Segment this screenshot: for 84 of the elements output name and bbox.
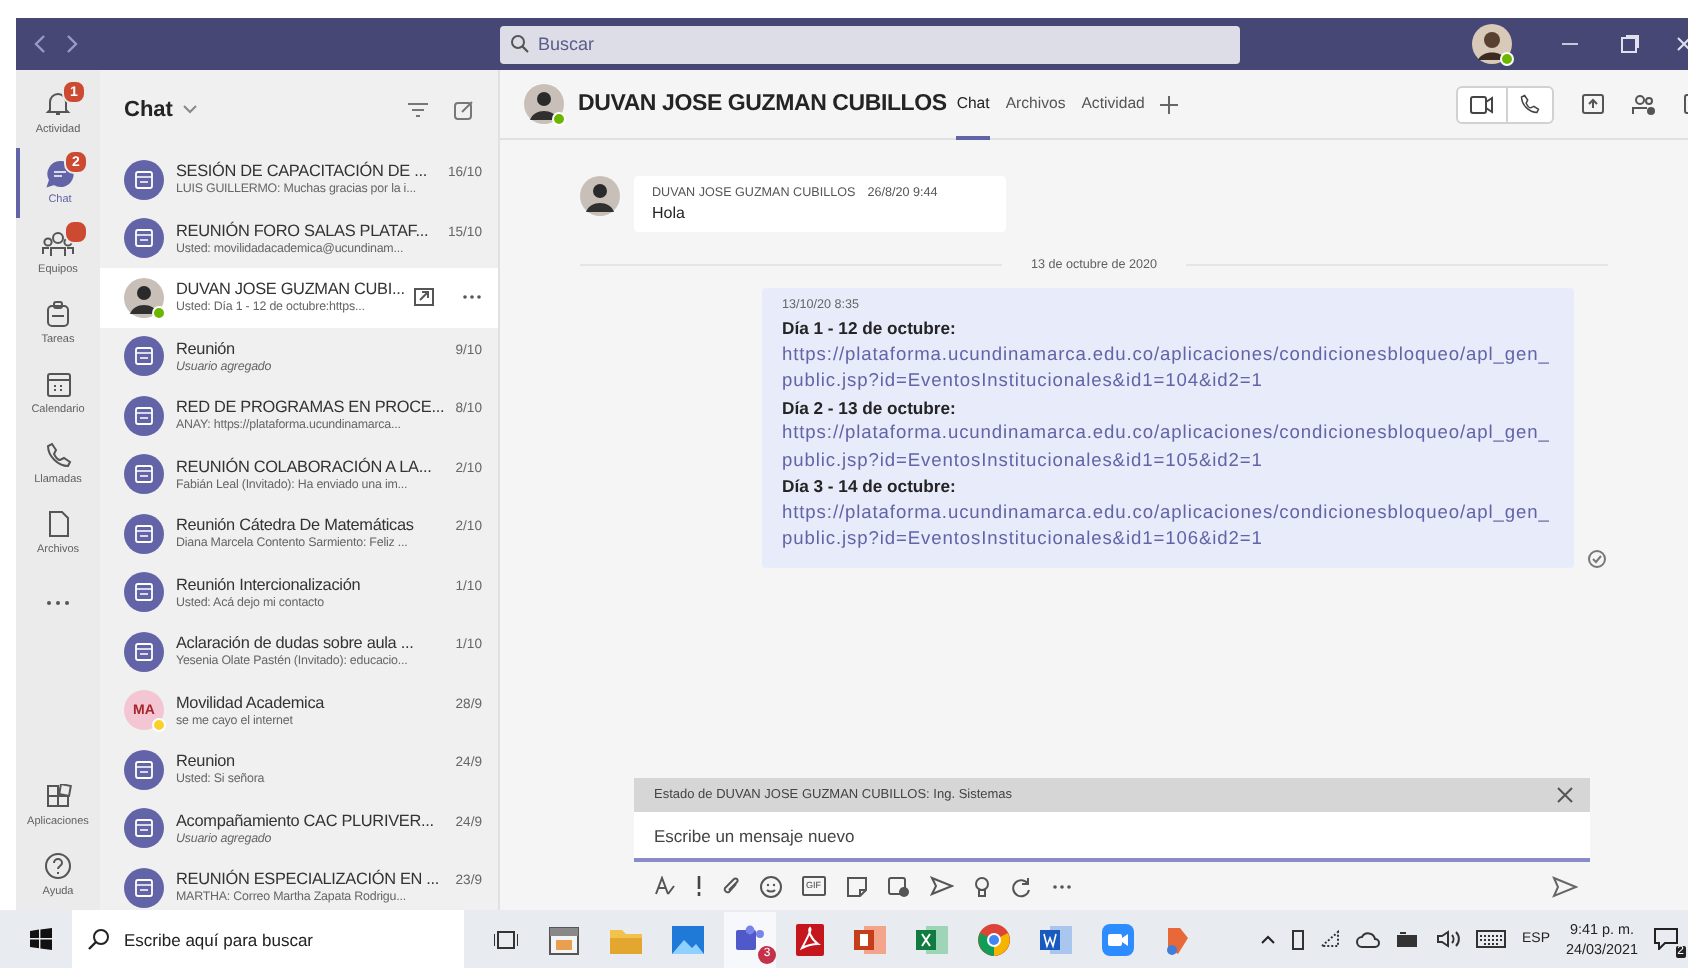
taskbar-search-field[interactable]: Escribe aquí para buscar: [72, 910, 464, 968]
close-icon[interactable]: [1556, 786, 1574, 804]
chat-title: DUVAN JOSE GUZMAN CUBI...: [176, 280, 405, 299]
video-call-icon[interactable]: [1470, 95, 1494, 113]
message-link[interactable]: https://plataforma.ucundinamarca.edu.co/aplicaciones/condicionesbloqueo/apl_gen_public.jsp?id=EventosInstitucionales&id1=104&id2=1: [782, 341, 1554, 395]
more-icon[interactable]: [1051, 883, 1071, 889]
windows-icon[interactable]: [30, 928, 52, 950]
filter-icon[interactable]: [408, 102, 428, 118]
more-icon[interactable]: [462, 294, 482, 301]
message-link[interactable]: https://plataforma.ucundinamarca.edu.co/aplicaciones/condicionesbloqueo/apl_gen_public.jsp?id=EventosInstitucionales&id1=106&id2=1: [782, 499, 1554, 553]
format-icon[interactable]: [654, 876, 676, 896]
more-icon: [46, 600, 70, 606]
chat-title: Aclaración de dudas sobre aula ...: [176, 634, 416, 653]
keyboard-icon[interactable]: [1476, 930, 1506, 948]
video-camera-icon[interactable]: [1102, 923, 1134, 955]
task-view-icon[interactable]: [494, 929, 518, 949]
search-field[interactable]: Buscar: [500, 25, 1240, 63]
cloud-icon[interactable]: [1356, 931, 1380, 947]
phone-icon[interactable]: [1520, 94, 1540, 114]
chat-title: REUNIÓN COLABORACIÓN A LA...: [176, 457, 434, 476]
chat-title: Acompañamiento CAC PLURIVER...: [176, 811, 436, 830]
avatar-icon[interactable]: [1472, 24, 1512, 64]
back-icon[interactable]: [32, 34, 48, 54]
pop-out-icon[interactable]: [414, 288, 434, 307]
share-screen-icon[interactable]: [1582, 94, 1604, 114]
chat-title: SESIÓN DE CAPACITACIÓN DE ...: [176, 162, 429, 181]
search-icon: [510, 34, 530, 54]
send-icon[interactable]: [1552, 875, 1578, 897]
notification-icon[interactable]: [1654, 928, 1678, 950]
emoji-icon[interactable]: [760, 875, 782, 897]
message-text: Hola: [652, 204, 687, 222]
chevron-up-icon[interactable]: [1260, 934, 1276, 944]
message-heading: Día 3 - 14 de octubre:: [782, 474, 958, 499]
device-icon[interactable]: [1292, 929, 1304, 949]
chat-title: REUNIÓN ESPECIALIZACIÓN EN ...: [176, 870, 442, 889]
message-link[interactable]: https://plataforma.ucundinamarca.edu.co/aplicaciones/condicionesbloqueo/apl_gen_public.jsp?id=EventosInstitucionales&id1=105&id2=1: [782, 420, 1554, 474]
browser-icon[interactable]: [978, 923, 1010, 955]
clipboard-icon: [46, 300, 70, 328]
file-icon: [47, 510, 69, 538]
forward-icon[interactable]: [64, 34, 80, 54]
send-outline-icon[interactable]: [929, 876, 953, 896]
wifi-icon[interactable]: [1320, 930, 1340, 948]
chat-title: RED DE PROGRAMAS EN PROCE...: [176, 398, 447, 417]
sticker-icon[interactable]: [845, 875, 867, 897]
avatar-icon: [580, 176, 620, 216]
chat-title: Reunión: [176, 339, 237, 358]
search-icon: [88, 928, 110, 950]
people-icon[interactable]: [734, 923, 766, 955]
chat-title: Reunión Cátedra De Matemáticas: [176, 516, 416, 535]
calendar-icon: [45, 371, 71, 397]
speaker-icon[interactable]: [1436, 930, 1460, 948]
conversation-title: DUVAN JOSE GUZMAN CUBILLOS: [578, 92, 947, 116]
schedule-icon[interactable]: [887, 875, 909, 897]
people-icon: [42, 230, 74, 258]
message-heading: Día 1 - 12 de octubre:: [782, 316, 958, 341]
exclamation-icon[interactable]: [696, 876, 702, 896]
add-icon[interactable]: [1160, 95, 1179, 113]
help-icon: [44, 852, 72, 880]
chevron-down-icon[interactable]: [182, 104, 199, 116]
avatar-icon: [524, 84, 564, 124]
chat-title: Reunion: [176, 752, 237, 771]
bell-icon: [44, 90, 72, 118]
paint-icon[interactable]: [1164, 923, 1192, 955]
pdf-icon[interactable]: [796, 923, 824, 955]
apps-icon: [45, 783, 71, 809]
loop-icon[interactable]: [1009, 875, 1031, 897]
paperclip-icon[interactable]: [722, 875, 740, 897]
slides-icon[interactable]: [854, 923, 886, 955]
image-icon[interactable]: [672, 925, 704, 953]
battery-icon[interactable]: [1396, 931, 1420, 947]
lightbulb-icon[interactable]: [973, 875, 989, 897]
add-people-icon[interactable]: [1632, 93, 1656, 115]
calendar-icon[interactable]: [548, 923, 580, 955]
phone-icon: [45, 441, 71, 467]
spreadsheet-icon[interactable]: [916, 923, 948, 955]
chat-title: Reunión Intercionalización: [176, 575, 363, 594]
chat-title: REUNIÓN FORO SALAS PLATAF...: [176, 221, 431, 240]
chat-title: Movilidad Academica: [176, 693, 327, 712]
document-icon[interactable]: [1040, 923, 1072, 955]
message-field[interactable]: Escribe un mensaje nuevo: [634, 812, 1590, 862]
compose-icon[interactable]: [454, 100, 474, 120]
maximize-icon[interactable]: [1620, 34, 1640, 54]
chat-list-title: Chat: [124, 98, 173, 122]
message-heading: Día 2 - 13 de octubre:: [782, 395, 958, 420]
